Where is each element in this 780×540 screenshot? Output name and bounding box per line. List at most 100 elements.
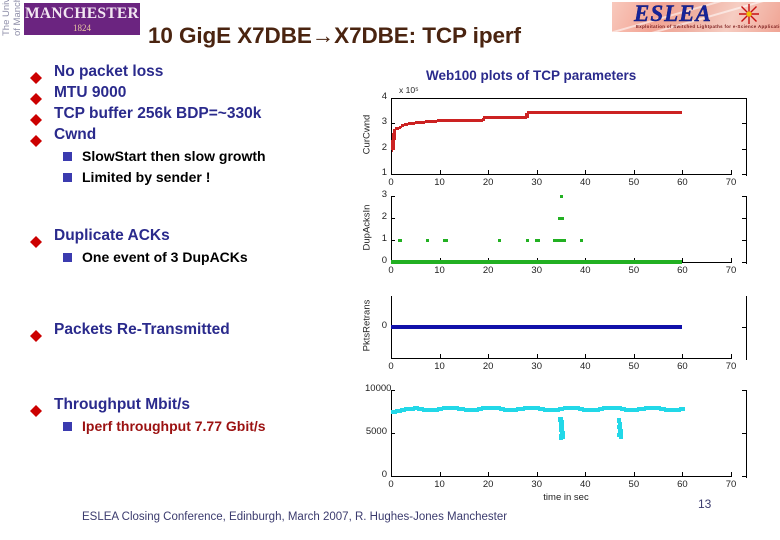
x-tick-mark bbox=[391, 472, 392, 476]
x-tick-mark bbox=[682, 258, 684, 262]
data-marker bbox=[561, 216, 565, 220]
web100-charts-panel: Web100 plots of TCP parameters x 10⁵ 1 2 3 4… bbox=[358, 60, 778, 505]
x-tick-label: 60 bbox=[677, 265, 688, 276]
charts-heading: Web100 plots of TCP parameters bbox=[426, 68, 637, 83]
y-tick-mark bbox=[391, 123, 395, 125]
data-marker bbox=[444, 238, 448, 242]
x-tick-label: 10 bbox=[434, 265, 445, 276]
y-tick-mark-right bbox=[742, 123, 746, 125]
y-tick-mark bbox=[391, 240, 395, 241]
diamond-bullet-icon bbox=[30, 129, 42, 147]
y-axis-exponent: x 10⁵ bbox=[399, 85, 419, 95]
x-tick-mark bbox=[439, 472, 441, 476]
manchester-vertical-text: The University of Manchester bbox=[1, 0, 23, 36]
bullet-label: MTU 9000 bbox=[54, 84, 127, 101]
x-tick-mark bbox=[731, 472, 732, 476]
chart-dup-acks-in: 0 1 2 3 DupAcksIn 0 10 20 30 40 50 60 70 bbox=[358, 188, 778, 288]
y-axis-label: CurCwnd bbox=[361, 114, 373, 155]
chart-cur-cwnd: x 10⁵ 1 2 3 4 CurCwnd 0 10 20 30 40 50 60 70 bbox=[358, 82, 778, 200]
x-tick-label: 0 bbox=[388, 265, 394, 276]
x-tick-mark bbox=[633, 472, 635, 476]
diamond-bullet-icon bbox=[30, 324, 42, 342]
eslea-tagline: Exploitation of Switched Lightpaths for … bbox=[636, 24, 780, 29]
x-tick-label: 60 bbox=[677, 177, 688, 188]
x-tick-label: 30 bbox=[531, 265, 542, 276]
x-tick-mark bbox=[682, 354, 684, 358]
diamond-bullet-icon bbox=[30, 87, 42, 105]
manchester-university-logo: MANCHESTER 1824 bbox=[24, 3, 140, 35]
x-tick-label: 20 bbox=[482, 177, 494, 188]
manchester-logo-year: 1824 bbox=[73, 23, 91, 33]
bullet-label: Cwnd bbox=[54, 126, 97, 143]
x-tick-mark bbox=[536, 354, 538, 358]
x-tick-label: 30 bbox=[531, 361, 542, 372]
x-tick-label: 10 bbox=[434, 177, 445, 188]
square-bullet-icon bbox=[63, 152, 72, 161]
bullet-item-cwnd: Cwnd bbox=[30, 125, 360, 147]
subbullet-item-one-event: One event of 3 DupACKs bbox=[30, 247, 360, 267]
bullet-spacer bbox=[30, 341, 360, 395]
y-tick-mark-right bbox=[742, 327, 746, 328]
data-marker bbox=[559, 194, 563, 198]
data-marker bbox=[563, 238, 567, 242]
baseline-segment bbox=[391, 325, 683, 329]
x-tick-label: 50 bbox=[628, 479, 640, 490]
x-tick-mark bbox=[731, 354, 732, 358]
x-tick-label: 30 bbox=[531, 177, 542, 188]
y-tick-mark bbox=[391, 98, 395, 99]
x-tick-label: 40 bbox=[579, 177, 591, 188]
y-tick-mark bbox=[391, 390, 395, 391]
x-tick-label: 70 bbox=[725, 361, 737, 372]
data-marker-dropout bbox=[618, 434, 624, 439]
y-tick-mark-right bbox=[742, 98, 746, 99]
x-tick-mark bbox=[633, 354, 635, 358]
data-segment bbox=[483, 116, 525, 120]
y-tick-mark-right bbox=[742, 262, 746, 263]
y-tick-mark-right bbox=[742, 174, 746, 175]
y-tick-mark-right bbox=[742, 240, 746, 241]
manchester-logo-name: MANCHESTER bbox=[24, 5, 140, 22]
plot-right-axis bbox=[746, 296, 747, 360]
y-tick-label: 10000 bbox=[365, 383, 392, 394]
diamond-bullet-icon bbox=[30, 66, 42, 84]
x-tick-label: 50 bbox=[628, 265, 640, 276]
data-marker-dropout bbox=[558, 435, 563, 440]
subbullet-label: Limited by sender ! bbox=[82, 169, 211, 185]
x-tick-label: 70 bbox=[725, 479, 737, 490]
y-tick-mark bbox=[391, 174, 395, 175]
y-tick-mark-right bbox=[742, 218, 746, 219]
x-tick-label: 10 bbox=[434, 361, 445, 372]
chart-throughput: 0 5000 10000 0 10 20 30 40 50 60 70 time in sec bbox=[358, 382, 778, 503]
x-tick-mark bbox=[536, 472, 538, 476]
subbullet-item-limited-by-sender: Limited by sender ! bbox=[30, 167, 360, 187]
x-tick-label: 20 bbox=[482, 361, 494, 372]
x-tick-mark bbox=[585, 472, 587, 476]
x-tick-mark bbox=[536, 170, 538, 174]
diamond-bullet-icon bbox=[30, 108, 42, 126]
x-tick-label: 70 bbox=[725, 177, 737, 188]
x-tick-label: 50 bbox=[628, 361, 640, 372]
x-tick-mark bbox=[391, 170, 392, 174]
baseline-segment bbox=[391, 260, 683, 264]
bullet-item-tcp-buffer: TCP buffer 256k BDP=~330k bbox=[30, 104, 360, 126]
plot-right-axis bbox=[746, 390, 747, 478]
subbullet-label: SlowStart then slow growth bbox=[82, 148, 266, 164]
square-bullet-icon bbox=[63, 173, 72, 182]
plot-top-line bbox=[391, 98, 746, 99]
x-tick-label: 30 bbox=[531, 479, 542, 490]
x-tick-mark bbox=[682, 472, 684, 476]
y-tick-mark-right bbox=[742, 433, 746, 434]
bullet-item-throughput: Throughput Mbit/s bbox=[30, 395, 360, 417]
subbullet-label: Iperf throughput 7.77 Gbit/s bbox=[82, 418, 266, 434]
y-tick-mark bbox=[391, 476, 395, 477]
x-tick-mark bbox=[731, 258, 732, 262]
y-tick-label: 5000 bbox=[365, 426, 387, 437]
chart-pkts-retrans: 0 PktsRetrans 0 10 20 30 40 50 60 70 bbox=[358, 288, 778, 384]
x-tick-mark bbox=[585, 354, 587, 358]
x-tick-label: 20 bbox=[482, 265, 494, 276]
square-bullet-icon bbox=[63, 253, 72, 262]
y-tick-mark-right bbox=[742, 148, 746, 150]
y-tick-mark-right bbox=[742, 476, 746, 477]
data-marker bbox=[579, 238, 583, 242]
x-tick-label: 10 bbox=[434, 479, 445, 490]
